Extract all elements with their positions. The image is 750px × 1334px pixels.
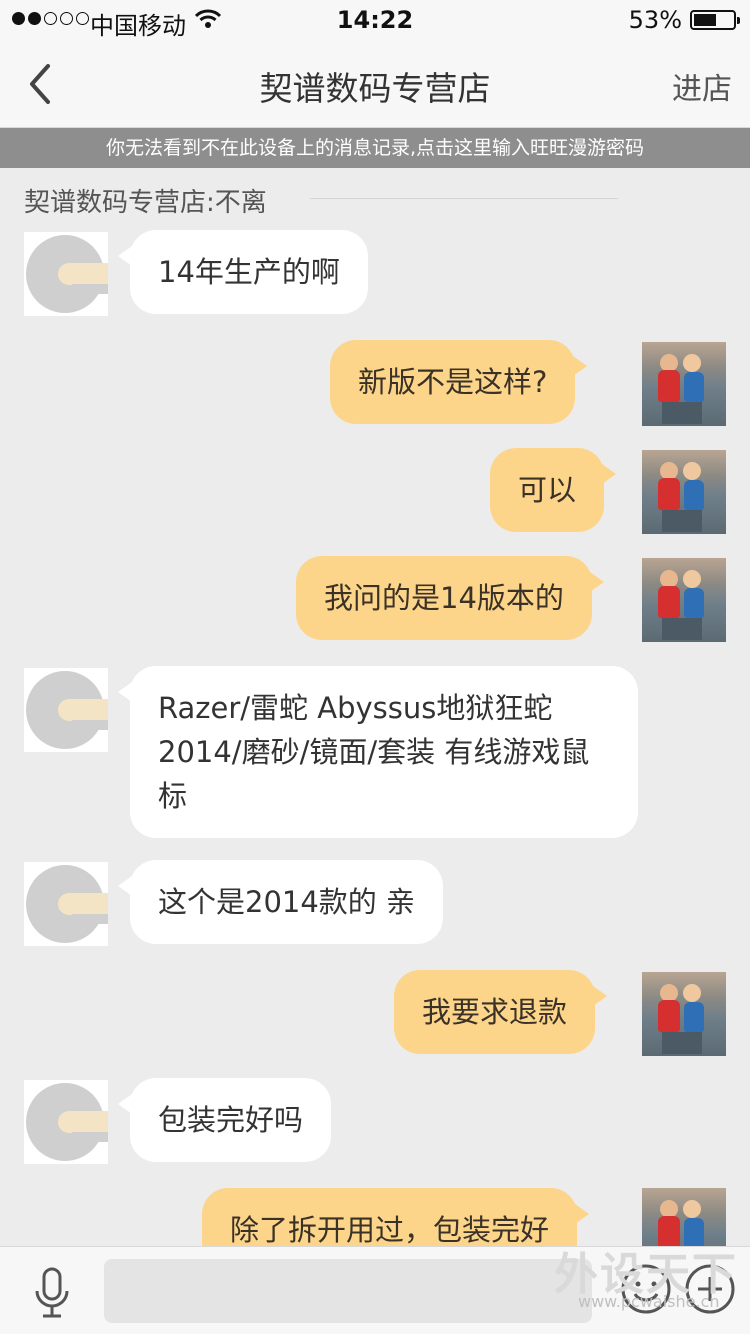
user-avatar[interactable] xyxy=(642,972,726,1056)
message-bubble[interactable]: 新版不是这样? xyxy=(330,340,588,424)
product-line: 标 xyxy=(158,779,188,813)
shop-avatar[interactable] xyxy=(24,1080,108,1164)
microphone-icon[interactable] xyxy=(32,1267,72,1319)
divider xyxy=(310,198,618,199)
page-title: 契谱数码专营店 xyxy=(259,69,491,108)
navigation-bar: 契谱数码专营店 进店 xyxy=(0,40,750,128)
shop-avatar[interactable] xyxy=(24,232,108,316)
message-bubble[interactable]: 包装完好吗 xyxy=(117,1078,332,1162)
shop-avatar[interactable] xyxy=(24,668,108,752)
message-bubble[interactable]: 可以 xyxy=(490,448,617,532)
roaming-password-notice[interactable]: 你无法看到不在此设备上的消息记录,点击这里输入旺旺漫游密码 xyxy=(0,128,750,168)
watermark-url: www.pcwaishe.cn xyxy=(578,1292,720,1311)
watermark: 外设天下 www.pcwaishe.cn xyxy=(548,1234,748,1334)
enter-shop-button[interactable]: 进店 xyxy=(672,64,732,108)
shop-avatar[interactable] xyxy=(24,862,108,946)
user-avatar[interactable] xyxy=(642,558,726,642)
message-input[interactable] xyxy=(104,1259,592,1323)
message-bubble[interactable]: 我问的是14版本的 xyxy=(296,556,604,640)
message-bubble[interactable]: 这个是2014款的 亲 xyxy=(117,860,444,944)
conversation-header: 契谱数码专营店:不离 xyxy=(24,188,267,218)
battery-icon xyxy=(690,10,740,30)
product-message-bubble[interactable]: Razer/雷蛇 Abyssus地狱狂蛇 2014/磨砂/镜面/套装 有线游戏鼠… xyxy=(118,666,638,838)
user-avatar[interactable] xyxy=(642,450,726,534)
status-bar: 中国移动 14:22 53% xyxy=(0,0,750,40)
message-bubble[interactable]: 14年生产的啊 xyxy=(118,230,368,314)
message-bubble[interactable]: 我要求退款 xyxy=(394,970,608,1054)
product-line: 2014/磨砂/镜面/套装 有线游戏鼠 xyxy=(158,735,590,769)
battery-percentage: 53% xyxy=(628,6,682,34)
product-line: Razer/雷蛇 Abyssus地狱狂蛇 xyxy=(158,691,553,725)
user-avatar[interactable] xyxy=(642,342,726,426)
